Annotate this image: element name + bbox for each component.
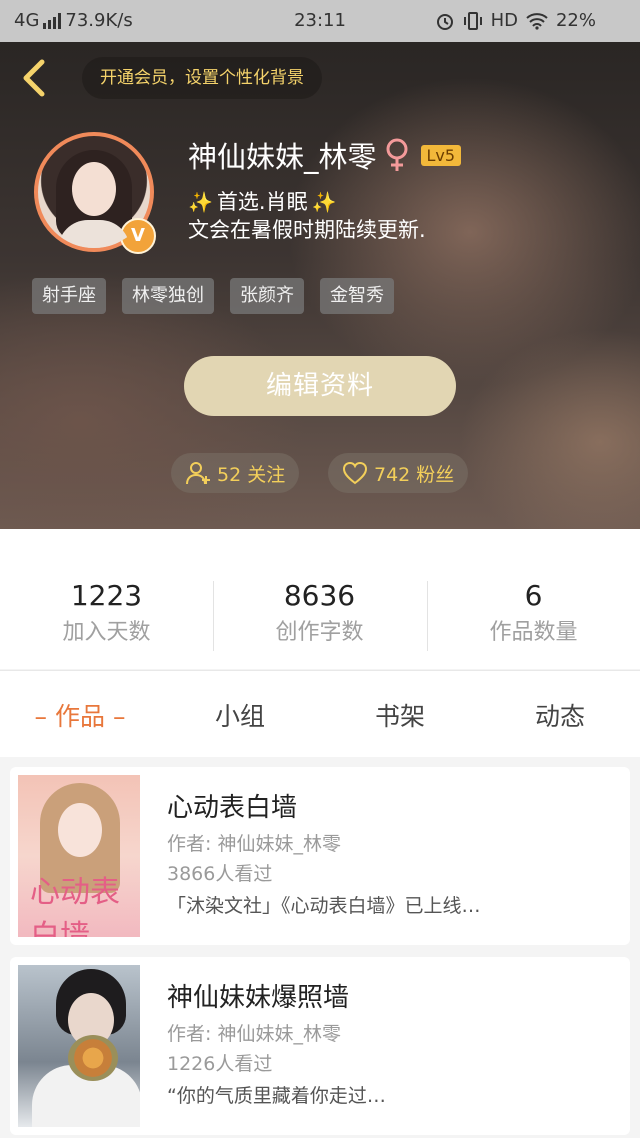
vip-background-banner[interactable]: 开通会员，设置个性化背景 [82,57,322,99]
work-cover[interactable]: 心动表白墙 [18,775,140,937]
profile-tabs: – 作品 – 小组 书架 动态 [0,670,640,757]
stat-label: 创作字数 [275,620,364,645]
tab-groups[interactable]: 小组 [160,697,320,733]
tab-works[interactable]: – 作品 – [0,697,160,733]
profile-header: 开通会员，设置个性化背景 V 神仙妹妹_林零 Lv5 ✨ 首选.肖眠 ✨ 文会在… [0,42,640,529]
stat-word-count: 8636 创作字数 [213,579,426,646]
stat-label: 加入天数 [62,620,151,645]
tab-bookshelf[interactable]: 书架 [320,697,480,733]
status-bar: 4G 73.9K/s 23:11 HD 22% [0,0,640,42]
following-count: 52 关注 [217,463,286,486]
stat-value: 1223 [70,579,143,612]
following-button[interactable]: 52 关注 [171,453,300,493]
work-description: 「沐染文社」《心动表白墙》已上线… [167,895,481,917]
tag-list: 射手座 林零独创 张颜齐 金智秀 [32,278,394,314]
hd-label: HD [490,10,518,31]
tag[interactable]: 金智秀 [320,278,394,314]
work-cover[interactable] [18,965,140,1127]
stats-bar: 1223 加入天数 8636 创作字数 6 作品数量 [0,529,640,669]
work-views: 3866人看过 [167,863,273,885]
tag[interactable]: 张颜齐 [230,278,304,314]
sparkle-icon: ✨ [188,190,213,214]
wifi-icon [526,12,548,30]
followers-button[interactable]: 742 粉丝 [328,453,469,493]
work-card[interactable]: 神仙妹妹爆照墙 作者: 神仙妹妹_林零 1226人看过 “你的气质里藏着你走过… [10,957,630,1135]
sparkle-icon: ✨ [311,190,337,214]
vibrate-icon [463,11,482,30]
tab-activity[interactable]: 动态 [480,697,640,733]
stat-value: 8636 [283,579,356,612]
stat-works-count: 6 作品数量 [427,579,640,646]
work-author: 作者: 神仙妹妹_林零 [167,833,341,855]
username-row: 神仙妹妹_林零 Lv5 [188,134,462,176]
bio-line-1: 首选.肖眠 [216,190,308,214]
female-icon [386,138,408,171]
heart-icon [342,461,368,485]
level-badge: Lv5 [420,144,462,166]
followers-count: 742 粉丝 [374,463,455,486]
alarm-icon [436,13,453,30]
cover-title: 心动表白墙 [30,875,120,937]
bio: ✨ 首选.肖眠 ✨ 文会在暑假时期陆续更新. [188,188,426,244]
status-right: HD 22% [435,10,596,31]
stat-label: 作品数量 [489,620,578,645]
stat-value: 6 [524,579,543,612]
work-author: 作者: 神仙妹妹_林零 [167,1023,341,1045]
battery-level: 22% [555,10,596,31]
edit-profile-button[interactable]: 编辑资料 [184,356,456,416]
username: 神仙妹妹_林零 [188,140,377,174]
work-views: 1226人看过 [167,1053,273,1075]
user-add-icon [186,462,210,485]
work-title: 心动表白墙 [167,793,298,823]
back-icon[interactable] [16,58,52,98]
tag[interactable]: 林零独创 [122,278,214,314]
work-description: “你的气质里藏着你走过… [167,1085,386,1107]
bio-line-2: 文会在暑假时期陆续更新. [188,218,426,242]
tag[interactable]: 射手座 [32,278,106,314]
stat-join-days: 1223 加入天数 [0,579,213,646]
work-card[interactable]: 心动表白墙 心动表白墙 作者: 神仙妹妹_林零 3866人看过 「沐染文社」《心… [10,767,630,945]
work-title: 神仙妹妹爆照墙 [167,983,350,1013]
